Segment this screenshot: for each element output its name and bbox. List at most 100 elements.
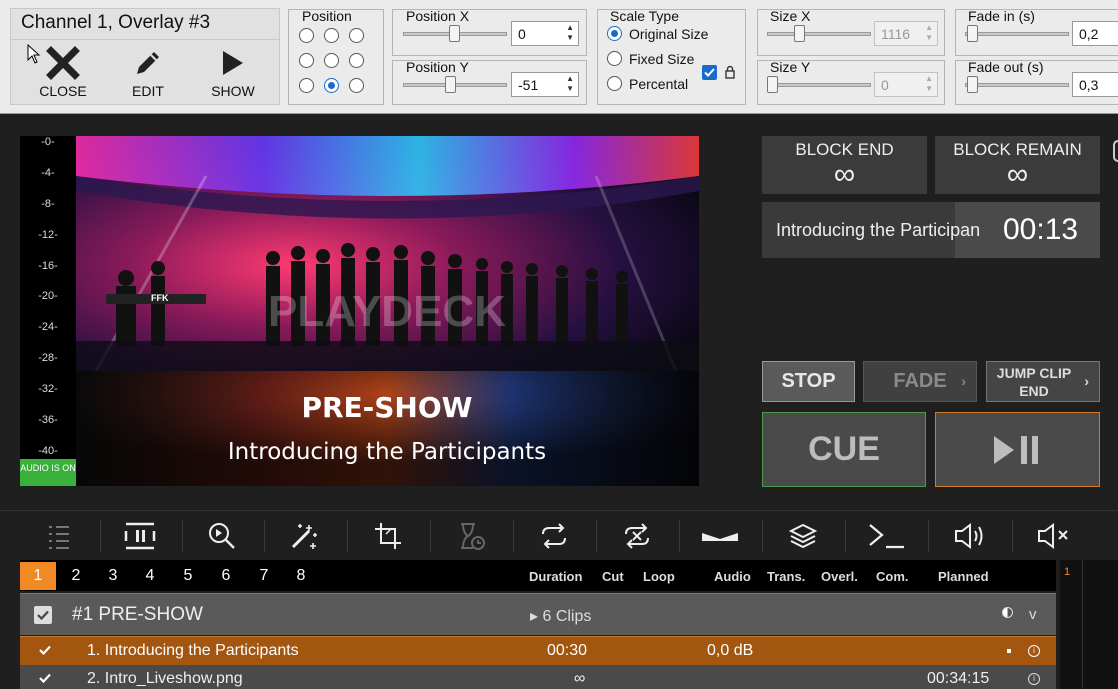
zoom-icon[interactable] (202, 516, 242, 556)
scale-percental-radio[interactable] (607, 76, 622, 91)
tab-3[interactable]: 3 (95, 562, 131, 590)
position-x-group: Position X 0 ▲ ▼ (392, 8, 587, 56)
spinner-arrows-icon[interactable]: ▲ ▼ (566, 23, 574, 43)
offscreen-indicator (1113, 140, 1118, 162)
current-clip-time: 00:13 (1003, 213, 1079, 246)
clip-duration: 00:30 (547, 642, 588, 659)
clip-audio: 0,0 dB (707, 642, 754, 659)
layers-icon[interactable] (783, 516, 823, 556)
tab-8[interactable]: 8 (283, 562, 319, 590)
column-overl[interactable]: Overl. (821, 569, 858, 584)
tab-5[interactable]: 5 (170, 562, 206, 590)
pencil-icon (113, 43, 183, 83)
tab-4[interactable]: 4 (132, 562, 168, 590)
size-y-slider-track[interactable] (767, 83, 871, 87)
sidebar-marker: 1 (1064, 566, 1071, 578)
volume-icon[interactable] (950, 516, 990, 556)
spinner-arrows-icon[interactable]: ▲ ▼ (925, 74, 933, 94)
column-trans[interactable]: Trans. (767, 569, 805, 584)
size-x-input[interactable]: 1116 ▲ ▼ (874, 21, 938, 46)
fade-out-slider-track[interactable] (965, 83, 1069, 87)
edit-button[interactable]: EDIT (113, 43, 183, 105)
overlay-subtitle: Introducing the Participants (228, 439, 546, 465)
scale-fixed-radio[interactable] (607, 51, 622, 66)
half-circle-icon[interactable] (1002, 607, 1013, 618)
fade-out-group: Fade out (s) 0,3 (955, 59, 1118, 105)
block-title: #1 PRE-SHOW (72, 604, 203, 625)
show-button[interactable]: SHOW (198, 43, 268, 105)
crop-icon[interactable] (368, 516, 408, 556)
lock-icon (724, 65, 736, 84)
tab-6[interactable]: 6 (208, 562, 244, 590)
fade-in-slider-handle[interactable] (967, 25, 978, 42)
fade-in-input[interactable]: 0,2 (1072, 21, 1118, 46)
fade-out-slider-handle[interactable] (967, 76, 978, 93)
watermark-text: PLAYDECK (268, 287, 506, 336)
position-x-slider-handle[interactable] (449, 25, 460, 42)
column-duration[interactable]: Duration (529, 569, 582, 584)
column-planned[interactable]: Planned (938, 569, 989, 584)
size-y-input[interactable]: 0 ▲ ▼ (874, 72, 938, 97)
position-bottom-left-radio[interactable] (299, 78, 314, 93)
block-checkbox[interactable] (34, 606, 52, 624)
position-y-slider-handle[interactable] (445, 76, 456, 93)
position-middle-left-radio[interactable] (299, 53, 314, 68)
cue-button[interactable]: CUE (762, 412, 926, 487)
pause-icon[interactable] (120, 516, 160, 556)
chevron-right-icon: › (1084, 373, 1089, 389)
spinner-arrows-icon[interactable]: ▲ ▼ (925, 23, 933, 43)
size-x-slider-track[interactable] (767, 32, 871, 36)
list-icon[interactable] (38, 516, 78, 556)
size-x-slider-handle[interactable] (794, 25, 805, 42)
info-icon[interactable]: i (1028, 645, 1040, 657)
block-header-row[interactable]: #1 PRE-SHOW ▸ 6 Clips v (20, 593, 1056, 635)
tab-1[interactable]: 1 (20, 562, 56, 590)
chevron-right-icon: › (961, 373, 966, 389)
play-icon (198, 43, 268, 83)
stop-button[interactable]: STOP (762, 361, 855, 402)
aspect-lock-checkbox[interactable] (702, 65, 717, 80)
size-y-slider-handle[interactable] (767, 76, 778, 93)
tab-2[interactable]: 2 (58, 562, 94, 590)
shuffle-icon[interactable] (617, 516, 657, 556)
playlist-overview-sidebar: 1 (1060, 560, 1118, 689)
column-loop[interactable]: Loop (643, 569, 675, 584)
fade-button[interactable]: FADE › (863, 361, 977, 402)
scale-original-radio[interactable] (607, 26, 622, 41)
position-x-input[interactable]: 0 ▲ ▼ (511, 21, 579, 46)
loop-icon[interactable] (534, 516, 574, 556)
fade-in-slider-track[interactable] (965, 32, 1069, 36)
mute-icon[interactable] (1033, 516, 1073, 556)
position-bottom-right-radio[interactable] (349, 78, 364, 93)
info-icon[interactable]: i (1028, 673, 1040, 685)
program-preview: PLAYDECK FFK PRE-SHOW Introducing the Pa… (76, 136, 699, 486)
concert-image: PLAYDECK FFK PRE-SHOW Introducing the Pa… (76, 136, 699, 486)
column-com[interactable]: Com. (876, 569, 909, 584)
position-top-center-radio[interactable] (324, 28, 339, 43)
position-top-right-radio[interactable] (349, 28, 364, 43)
channel-title: Channel 1, Overlay #3 (21, 12, 211, 33)
console-icon[interactable] (866, 516, 906, 556)
position-middle-center-radio[interactable] (324, 53, 339, 68)
current-clip-name: Introducing the Participan (776, 220, 981, 240)
hourglass-icon[interactable] (451, 516, 491, 556)
fade-out-input[interactable]: 0,3 (1072, 72, 1118, 97)
chevron-down-icon[interactable]: v (1029, 606, 1037, 623)
spinner-arrows-icon[interactable]: ▲ ▼ (566, 74, 574, 94)
playlist-row[interactable]: 1. Introducing the Participants 00:30 0,… (20, 636, 1056, 665)
magic-wand-icon[interactable] (284, 516, 324, 556)
column-cut[interactable]: Cut (602, 569, 624, 584)
current-clip-display: Introducing the Participan 00:13 (762, 202, 1100, 258)
block-remain-display: BLOCK REMAIN ∞ (935, 136, 1100, 194)
play-pause-button[interactable] (935, 412, 1100, 487)
position-middle-right-radio[interactable] (349, 53, 364, 68)
position-bottom-center-radio[interactable] (324, 78, 339, 93)
fade-curve-icon[interactable] (700, 516, 740, 556)
clip-duration: ∞ (574, 670, 586, 687)
jump-clip-end-button[interactable]: JUMP CLIP END › (986, 361, 1100, 402)
position-y-input[interactable]: -51 ▲ ▼ (511, 72, 579, 97)
tab-7[interactable]: 7 (246, 562, 282, 590)
position-top-left-radio[interactable] (299, 28, 314, 43)
playlist-row[interactable]: 2. Intro_Liveshow.png ∞ 00:34:15 i (20, 665, 1056, 689)
column-audio[interactable]: Audio (714, 569, 751, 584)
